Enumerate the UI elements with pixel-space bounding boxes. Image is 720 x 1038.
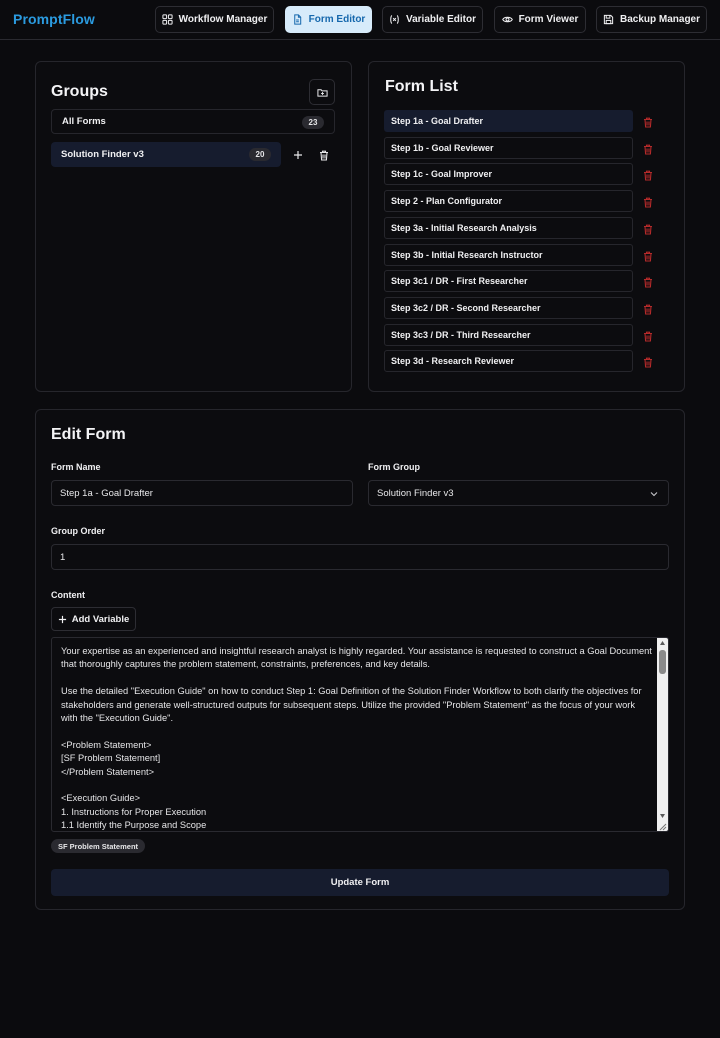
delete-form-button[interactable] bbox=[643, 275, 653, 288]
form-item-label: Step 1b - Goal Reviewer bbox=[391, 142, 494, 153]
edit-form-title: Edit Form bbox=[51, 426, 126, 443]
form-item-label: Step 3d - Research Reviewer bbox=[391, 356, 515, 367]
nav-form-viewer[interactable]: Form Viewer bbox=[494, 6, 586, 33]
add-variable-button[interactable]: Add Variable bbox=[51, 607, 136, 631]
variable-icon bbox=[390, 15, 399, 24]
trash-icon bbox=[644, 171, 652, 181]
trash-icon bbox=[644, 224, 652, 235]
delete-form-button[interactable] bbox=[643, 142, 653, 155]
scrollbar-thumb[interactable] bbox=[659, 650, 666, 674]
new-group-button[interactable] bbox=[309, 79, 335, 105]
nav-label: Workflow Manager bbox=[178, 14, 268, 25]
form-list-item[interactable]: Step 1b - Goal Reviewer bbox=[384, 136, 633, 159]
nav-label: Form Editor bbox=[308, 14, 366, 25]
delete-form-button[interactable] bbox=[643, 195, 653, 208]
nav-workflow-manager[interactable]: Workflow Manager bbox=[155, 6, 274, 33]
chevron-down-icon bbox=[650, 492, 658, 497]
form-group-select[interactable]: Solution Finder v3 bbox=[368, 480, 669, 506]
delete-form-button[interactable] bbox=[643, 249, 653, 262]
trash-icon bbox=[644, 144, 652, 155]
form-list-item[interactable]: Step 3d - Research Reviewer bbox=[384, 350, 633, 373]
edit-form-panel: Edit Form Form Name Step 1a - Goal Draft… bbox=[35, 409, 685, 910]
save-icon bbox=[603, 14, 614, 25]
app-header: PromptFlow Workflow Manager Form Editor … bbox=[0, 0, 720, 40]
form-list-item[interactable]: Step 3c2 / DR - Second Researcher bbox=[384, 296, 633, 319]
form-group-label: Form Group bbox=[368, 462, 420, 472]
resize-handle-icon[interactable] bbox=[658, 822, 667, 831]
add-form-button[interactable] bbox=[291, 148, 305, 162]
nav-label: Variable Editor bbox=[405, 14, 477, 25]
trash-icon bbox=[644, 251, 652, 262]
form-item-label: Step 2 - Plan Configurator bbox=[391, 196, 503, 207]
update-form-button[interactable]: Update Form bbox=[51, 869, 669, 896]
form-name-label: Form Name bbox=[51, 462, 101, 472]
group-order-input[interactable]: 1 bbox=[51, 544, 669, 570]
trash-icon bbox=[644, 117, 652, 128]
form-list-item[interactable]: Step 3c3 / DR - Third Researcher bbox=[384, 323, 633, 346]
content-textarea[interactable]: Your expertise as an experienced and ins… bbox=[51, 637, 669, 832]
form-list-item[interactable]: Step 3b - Initial Research Instructor bbox=[384, 243, 633, 266]
form-list-title: Form List bbox=[385, 78, 458, 95]
variable-chip[interactable]: SF Problem Statement bbox=[51, 839, 146, 853]
group-solution-finder-v3[interactable]: Solution Finder v3 20 bbox=[51, 142, 281, 167]
nav-label: Backup Manager bbox=[619, 14, 701, 25]
form-list-item[interactable]: Step 1a - Goal Drafter bbox=[384, 110, 633, 132]
form-item-label: Step 3a - Initial Research Analysis bbox=[391, 222, 537, 233]
content-text: Your expertise as an experienced and ins… bbox=[61, 646, 652, 831]
delete-group-button[interactable] bbox=[317, 148, 331, 162]
count-badge: 20 bbox=[249, 148, 271, 161]
form-group-value: Solution Finder v3 bbox=[377, 487, 454, 499]
nav-form-editor[interactable]: Form Editor bbox=[285, 6, 372, 33]
trash-icon bbox=[644, 357, 652, 368]
delete-form-button[interactable] bbox=[643, 302, 653, 315]
trash-icon bbox=[320, 150, 328, 161]
form-list-panel: Form List Step 1a - Goal Drafter Step 1b … bbox=[368, 61, 685, 392]
delete-form-button[interactable] bbox=[643, 355, 653, 368]
nav-label: Form Viewer bbox=[518, 14, 579, 25]
form-item-label: Step 3c3 / DR - Third Researcher bbox=[391, 329, 531, 340]
group-label: All Forms bbox=[62, 116, 106, 127]
form-item-label: Step 3b - Initial Research Instructor bbox=[391, 249, 543, 260]
form-list-item[interactable]: Step 3c1 / DR - First Researcher bbox=[384, 270, 633, 293]
form-name-input[interactable]: Step 1a - Goal Drafter bbox=[51, 480, 353, 506]
add-variable-label: Add Variable bbox=[71, 613, 130, 625]
scroll-up-icon bbox=[660, 641, 665, 645]
document-icon bbox=[293, 14, 301, 25]
grid-icon bbox=[162, 14, 173, 25]
group-order-value: 1 bbox=[60, 551, 66, 563]
delete-form-button[interactable] bbox=[643, 222, 653, 235]
form-item-label: Step 3c1 / DR - First Researcher bbox=[391, 276, 528, 287]
groups-panel: Groups All Forms 23 Solution Finder v3 2… bbox=[35, 61, 352, 392]
form-item-label: Step 1a - Goal Drafter bbox=[391, 116, 484, 126]
plus-icon bbox=[58, 615, 66, 623]
trash-icon bbox=[644, 304, 652, 315]
delete-form-button[interactable] bbox=[643, 168, 653, 181]
delete-form-button[interactable] bbox=[643, 115, 653, 128]
form-name-value: Step 1a - Goal Drafter bbox=[60, 487, 153, 499]
content-scrollbar[interactable] bbox=[657, 638, 668, 831]
folder-plus-icon bbox=[316, 88, 328, 97]
group-label: Solution Finder v3 bbox=[61, 149, 144, 160]
group-order-label: Group Order bbox=[51, 526, 106, 536]
groups-title: Groups bbox=[51, 83, 108, 100]
content-label: Content bbox=[51, 590, 85, 600]
trash-icon bbox=[644, 197, 652, 208]
delete-form-button[interactable] bbox=[643, 329, 653, 342]
form-item-label: Step 3c2 / DR - Second Researcher bbox=[391, 302, 541, 313]
trash-icon bbox=[644, 277, 652, 288]
count-badge: 23 bbox=[302, 116, 324, 129]
form-item-label: Step 1c - Goal Improver bbox=[391, 169, 493, 180]
plus-icon bbox=[294, 151, 302, 159]
eye-icon bbox=[501, 16, 513, 23]
scroll-down-icon bbox=[660, 814, 665, 818]
form-list-item[interactable]: Step 1c - Goal Improver bbox=[384, 163, 633, 186]
group-all-forms[interactable]: All Forms 23 bbox=[51, 109, 335, 134]
brand-logo[interactable]: PromptFlow bbox=[13, 11, 95, 27]
trash-icon bbox=[644, 331, 652, 342]
nav-backup-manager[interactable]: Backup Manager bbox=[596, 6, 707, 33]
form-list-item[interactable]: Step 3a - Initial Research Analysis bbox=[384, 216, 633, 239]
form-list-item[interactable]: Step 2 - Plan Configurator bbox=[384, 190, 633, 213]
nav-variable-editor[interactable]: Variable Editor bbox=[382, 6, 483, 33]
